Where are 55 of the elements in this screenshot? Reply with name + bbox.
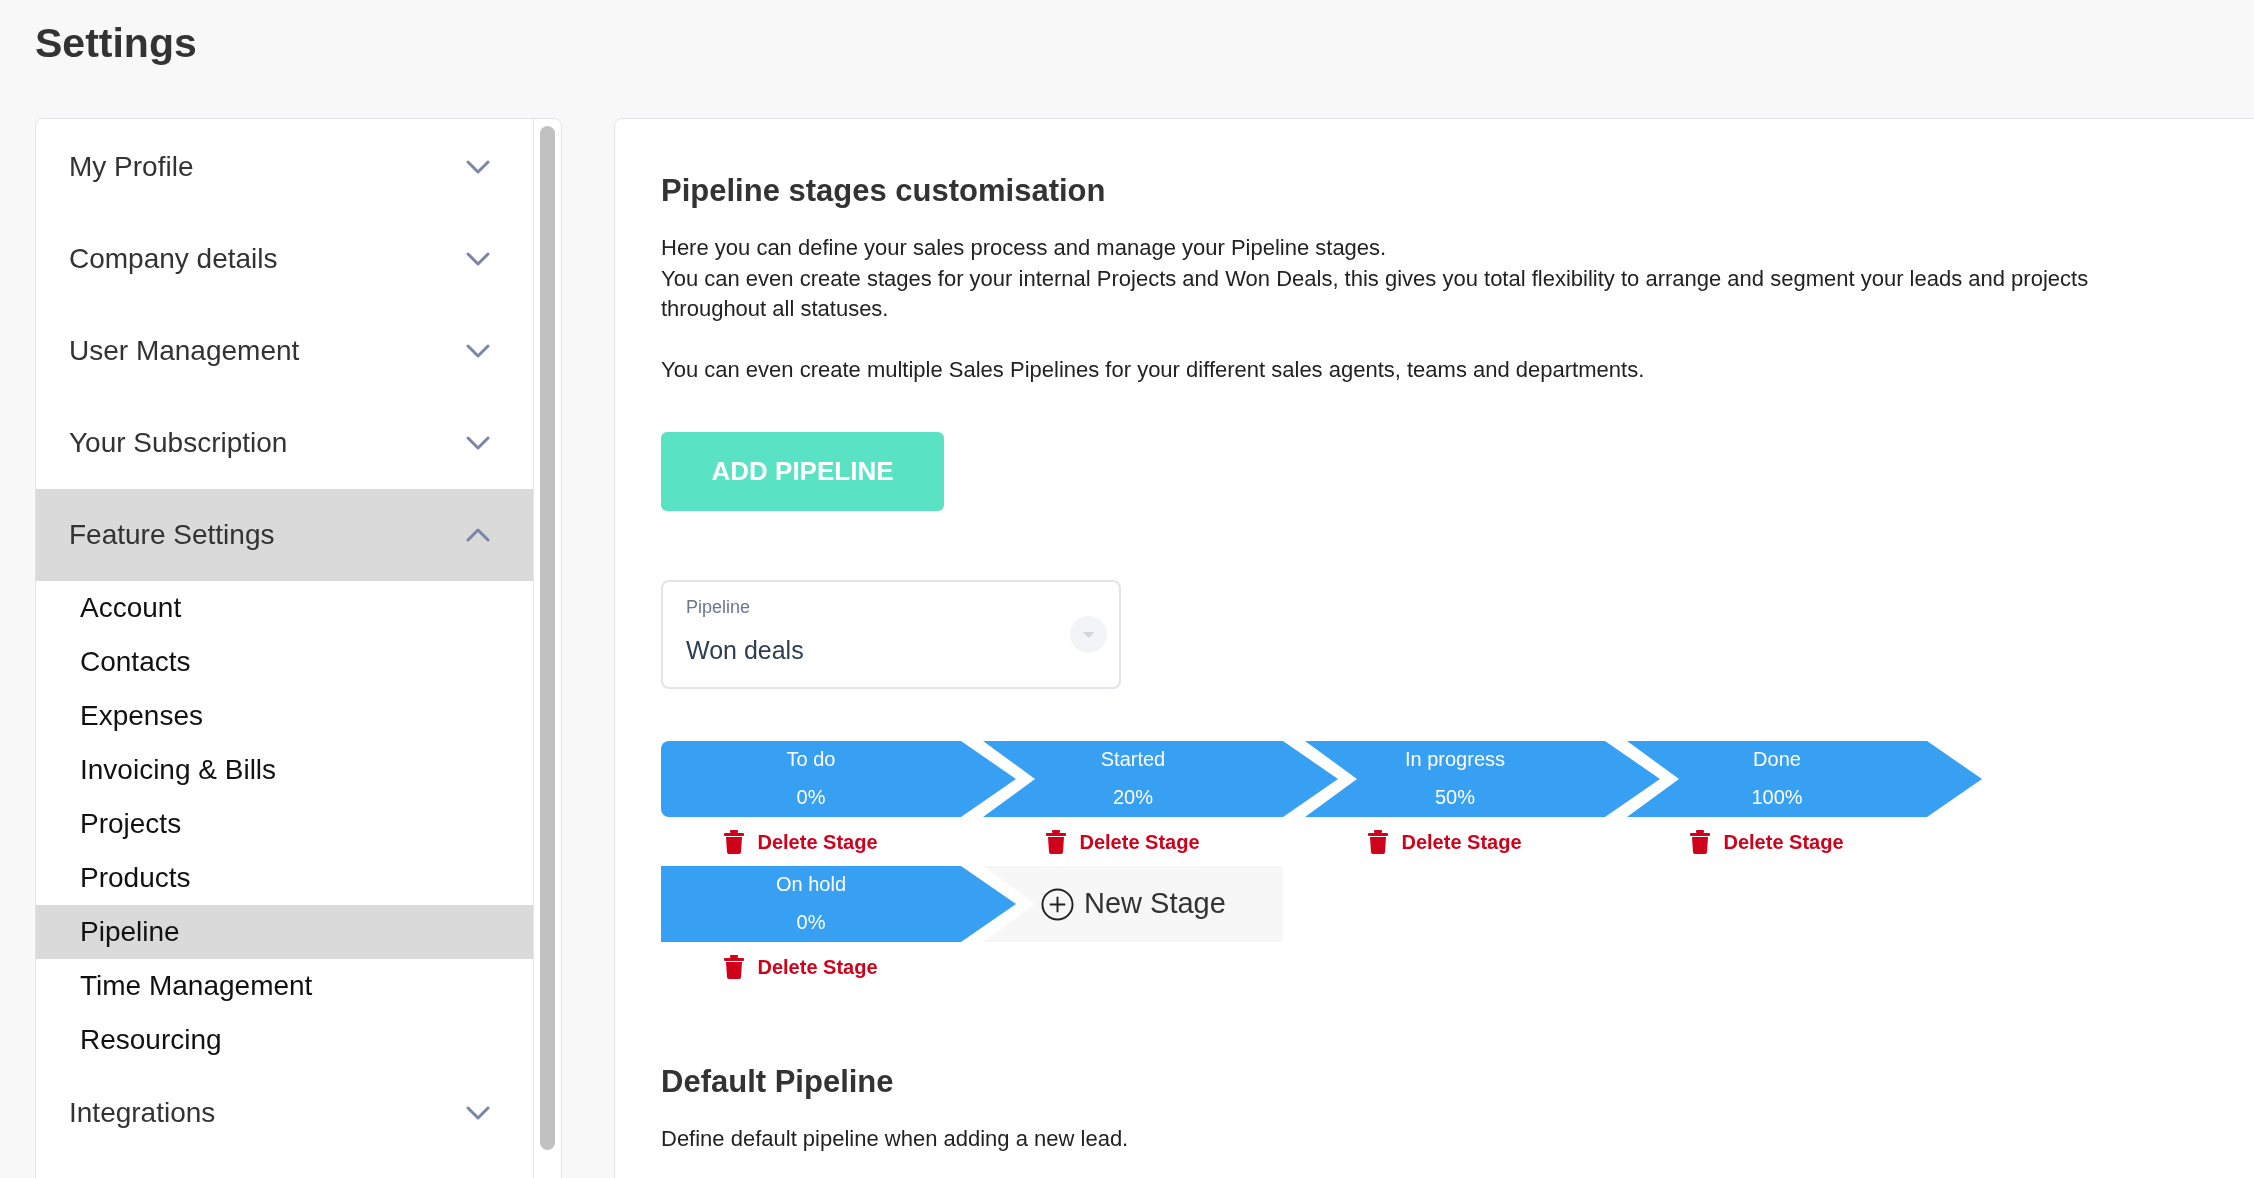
pipeline-select[interactable]: Pipeline Won deals <box>661 580 1121 689</box>
chevron-down-icon <box>466 343 490 359</box>
chevron-down-icon <box>466 435 490 451</box>
stage-name: To do <box>786 747 836 772</box>
description-text: You can even create multiple Sales Pipelines for your different sales agents, teams and departments. <box>661 355 1646 384</box>
section-heading: Pipeline stages customisation <box>661 172 1107 210</box>
sidebar-item[interactable]: Account <box>36 581 533 635</box>
sidebar-item[interactable]: Invoicing & Bills <box>36 743 533 797</box>
chevron-down-icon <box>466 1105 490 1121</box>
stage-percent: 0% <box>796 785 826 810</box>
sidebar-section[interactable]: Your Subscription <box>36 397 533 489</box>
description-text: Here you can define your sales process and manage your Pipeline stages. <box>661 234 1388 262</box>
chevron-up-icon <box>466 527 490 543</box>
stage-percent: 0% <box>796 910 826 935</box>
sidebar-item[interactable]: Expenses <box>36 689 533 743</box>
stage-percent: 20% <box>1113 785 1153 810</box>
chevron-down-icon <box>466 159 490 175</box>
delete-stage-link[interactable]: Delete Stage <box>724 951 878 982</box>
delete-stage-link[interactable]: Delete Stage <box>1046 826 1200 857</box>
dropdown-caret-icon <box>1070 616 1107 653</box>
sidebar-section[interactable]: User Management <box>36 305 533 397</box>
stage-name: On hold <box>775 872 847 897</box>
scrollbar-thumb[interactable] <box>540 126 555 1150</box>
stage-name: Done <box>1753 747 1801 772</box>
sidebar-section[interactable]: Company details <box>36 213 533 305</box>
page-title: Settings <box>35 19 197 68</box>
delete-stage-link[interactable]: Delete Stage <box>724 826 878 857</box>
stage-name: In progress <box>1404 747 1506 772</box>
trash-icon <box>1368 829 1389 854</box>
sidebar-item[interactable]: Projects <box>36 797 533 851</box>
sidebar-item[interactable]: Contacts <box>36 635 533 689</box>
sidebar-item[interactable]: Products <box>36 851 533 905</box>
trash-icon <box>1046 829 1067 854</box>
trash-icon <box>724 954 745 979</box>
trash-icon <box>724 829 745 854</box>
stage-name: Started <box>1100 747 1166 772</box>
sidebar-section[interactable]: My Profile <box>36 121 533 213</box>
description-text: You can even create stages for your internal Projects and Won Deals, this gives you total flexibility to arrange and segment your leads and projects throughout all statuses. <box>661 264 2090 323</box>
field-label: Pipeline <box>686 596 751 618</box>
stage-percent: 50% <box>1435 785 1475 810</box>
new-stage-button[interactable]: New Stage <box>983 866 1283 942</box>
description-text: Define default pipeline when adding a new lead. <box>661 1125 1130 1153</box>
sidebar-item[interactable]: Time Management <box>36 959 533 1013</box>
delete-stage-link[interactable]: Delete Stage <box>1690 826 1844 857</box>
delete-stage-link[interactable]: Delete Stage <box>1368 826 1522 857</box>
chevron-down-icon <box>466 251 490 267</box>
sidebar-section[interactable]: Feature Settings <box>36 489 533 581</box>
sidebar-item[interactable]: Resourcing <box>36 1013 533 1067</box>
plus-circle-icon <box>1041 887 1074 921</box>
section-heading: Default Pipeline <box>661 1063 895 1101</box>
selected-value: Won deals <box>686 635 804 666</box>
stage-percent: 100% <box>1751 785 1803 810</box>
trash-icon <box>1690 829 1711 854</box>
sidebar-section[interactable]: Integrations <box>36 1067 533 1159</box>
sidebar-item[interactable]: Pipeline <box>36 905 533 959</box>
